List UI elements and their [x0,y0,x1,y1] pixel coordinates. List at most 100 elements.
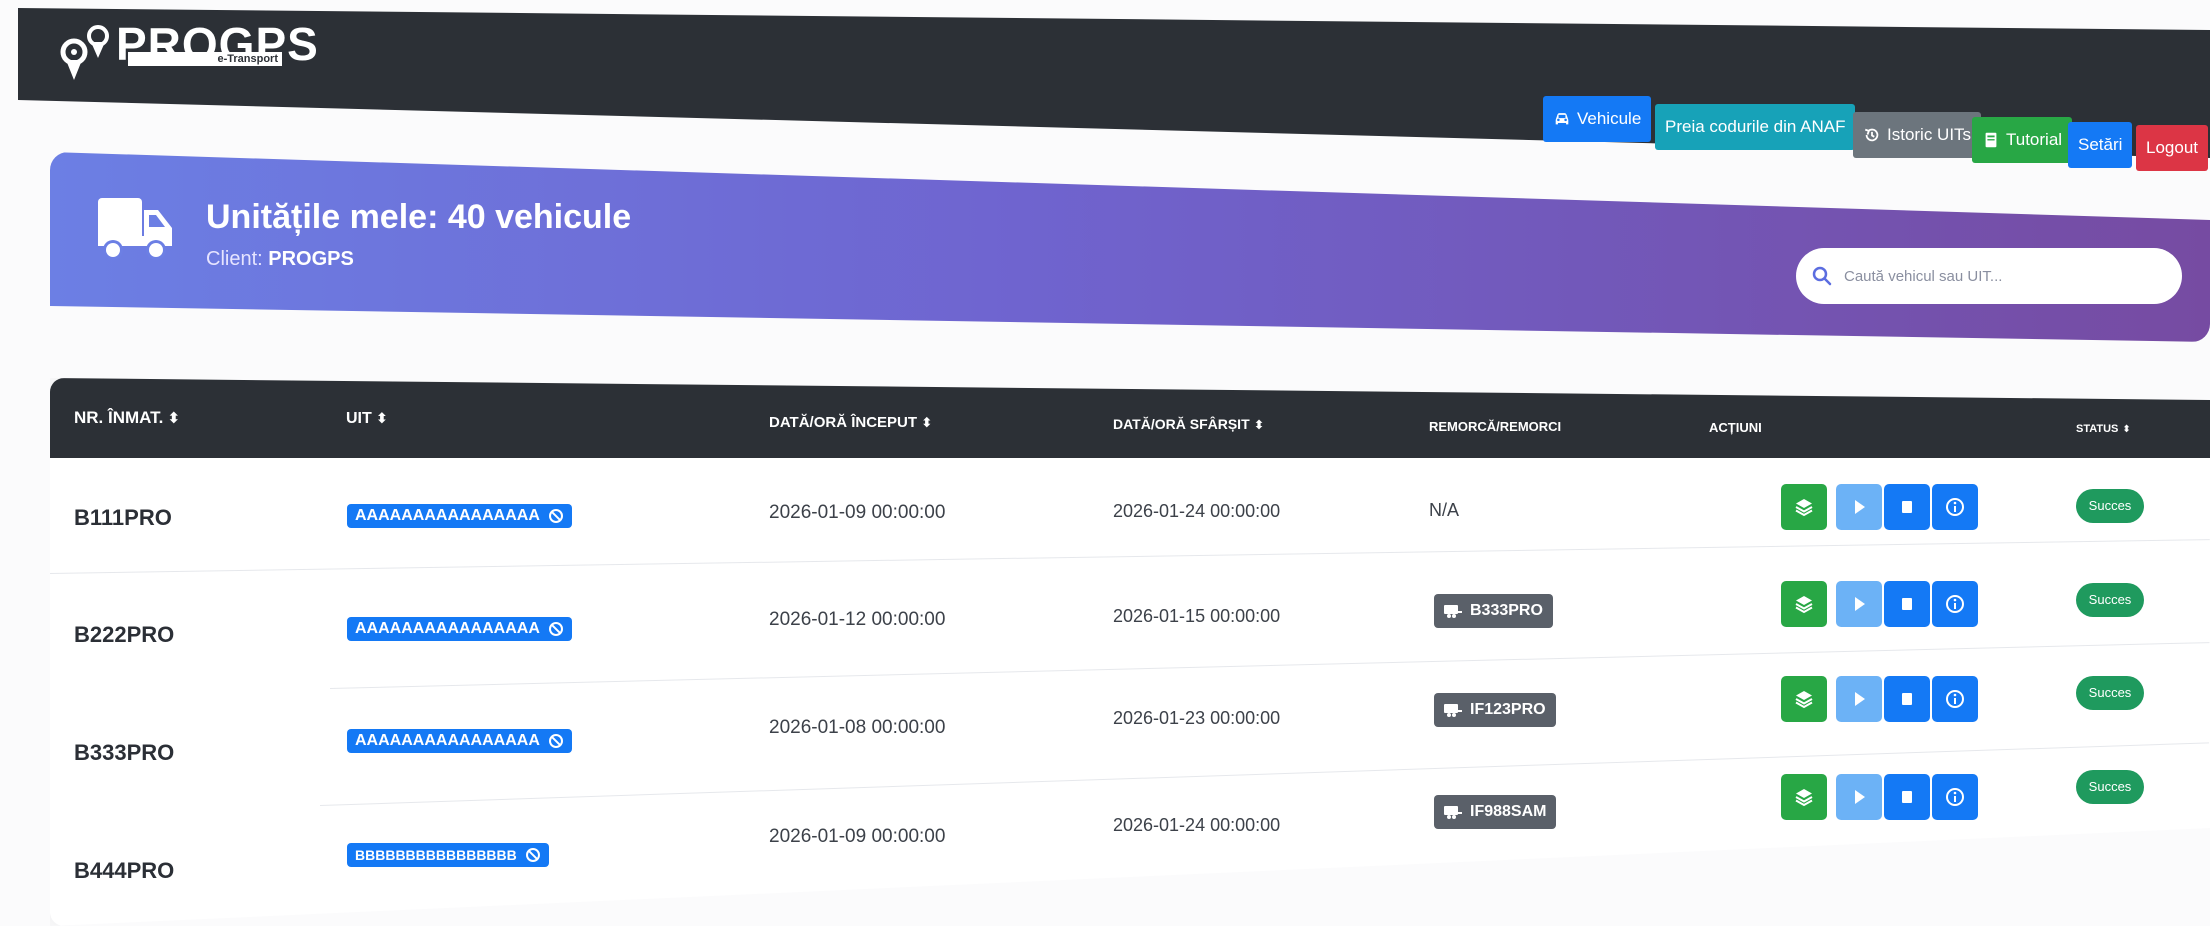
play-icon [1855,790,1865,804]
logo-tagline: e-Transport [128,52,282,66]
column-header-end[interactable]: DATĂ/ORĂ SFÂRȘIT ⬍ [1113,416,1264,432]
uit-badge[interactable]: AAAAAAAAAAAAAAAA [347,729,572,753]
trailer-badge[interactable]: B333PRO [1434,594,1553,628]
ban-icon [548,734,563,748]
stop-button[interactable] [1884,581,1930,627]
column-header-trailer: REMORCĂ/REMORCI [1429,419,1562,434]
stop-button[interactable] [1884,484,1930,530]
layers-icon [1795,789,1813,807]
end-date-cell: 2026-01-24 00:00:00 [1113,501,1281,521]
logout-button[interactable]: Logout [2136,125,2208,171]
info-button[interactable] [1932,484,1978,530]
start-date-cell: 2026-01-09 00:00:00 [769,502,946,523]
settings-button-label: Setări [2078,135,2123,154]
client-label: Client: [206,248,263,270]
info-icon [1946,498,1964,516]
page-title: Unitățile mele: 40 vehicule [206,198,632,236]
play-button[interactable] [1836,484,1882,530]
trailer-icon [1444,806,1462,819]
info-button[interactable] [1932,676,1978,722]
uit-history-button[interactable]: Istoric UITs [1853,112,1982,158]
ban-icon [548,509,563,523]
trailer-plate: IF988SAM [1470,803,1547,820]
end-date-cell: 2026-01-15 00:00:00 [1113,606,1281,626]
plate-cell: B222PRO [74,622,175,647]
layers-icon [1795,596,1813,614]
stop-icon [1902,501,1912,513]
layers-button[interactable] [1781,676,1827,722]
start-date-cell: 2026-01-09 00:00:00 [769,826,946,847]
stop-button[interactable] [1884,676,1930,722]
plate-cell: B333PRO [74,740,175,765]
map-pins-icon [60,25,109,80]
play-button[interactable] [1836,676,1882,722]
client-line: Client: PROGPS [206,248,354,271]
info-icon [1946,595,1964,613]
play-button[interactable] [1836,581,1882,627]
sort-icon: ⬍ [2122,424,2131,435]
stop-icon [1902,598,1912,610]
stop-icon [1902,791,1912,803]
end-date-cell: 2026-01-24 00:00:00 [1113,815,1281,835]
column-header-uit[interactable]: UIT ⬍ [346,410,388,428]
trailer-icon [1444,704,1462,717]
search-icon [1812,266,1832,286]
truck-icon [98,198,172,260]
logout-button-label: Logout [2146,138,2198,157]
start-date-cell: 2026-01-12 00:00:00 [769,609,946,630]
info-button[interactable] [1932,581,1978,627]
column-header-plate[interactable]: NR. ÎNMAT. ⬍ [74,408,180,428]
history-icon [1864,128,1879,142]
uit-code: AAAAAAAAAAAAAAAA [355,732,540,749]
settings-button[interactable]: Setări [2068,122,2133,168]
car-icon [1555,113,1569,125]
trailer-icon [1444,605,1462,618]
plate-cell: B444PRO [74,858,175,883]
layers-button[interactable] [1781,774,1827,820]
status-badge: Succes [2076,770,2144,804]
status-badge: Succes [2076,583,2144,617]
ban-icon [525,848,540,862]
search-input[interactable] [1844,267,2144,285]
uit-badge[interactable]: AAAAAAAAAAAAAAAA [347,504,572,528]
uit-badge[interactable]: AAAAAAAAAAAAAAAA [347,617,572,641]
trailer-cell: N/A [1429,500,1460,520]
play-icon [1855,692,1865,706]
play-button[interactable] [1836,774,1882,820]
vehicles-button[interactable]: Vehicule [1543,96,1652,142]
tutorial-button-label: Tutorial [2006,130,2063,149]
column-header-actions: ACȚIUNI [1709,420,1762,435]
layers-icon [1795,499,1813,517]
search-box[interactable] [1796,248,2182,304]
uit-badge[interactable]: BBBBBBBBBBBBBBBB [347,843,549,867]
trailer-badge[interactable]: IF988SAM [1434,795,1557,829]
tutorial-button[interactable]: Tutorial [1972,117,2073,163]
trailer-badge[interactable]: IF123PRO [1434,693,1556,727]
vehicles-button-label: Vehicule [1577,109,1642,128]
uit-code: AAAAAAAAAAAAAAAA [355,620,540,637]
start-date-cell: 2026-01-08 00:00:00 [769,717,946,738]
status-badge: Succes [2076,489,2144,523]
sort-icon: ⬍ [921,415,933,430]
info-icon [1946,690,1964,708]
plate-cell: B111PRO [74,505,172,530]
uit-history-button-label: Istoric UITs [1887,125,1972,144]
layers-button[interactable] [1781,484,1827,530]
info-icon [1946,788,1964,806]
info-button[interactable] [1932,774,1978,820]
play-icon [1855,597,1865,611]
page-header-banner [50,152,2210,342]
layers-icon [1795,691,1813,709]
stop-button[interactable] [1884,774,1930,820]
fetch-anaf-button[interactable]: Preia codurile din ANAF [1655,104,1856,150]
end-date-cell: 2026-01-23 00:00:00 [1113,708,1281,728]
column-header-start[interactable]: DATĂ/ORĂ ÎNCEPUT ⬍ [769,414,932,431]
trailer-plate: B333PRO [1470,602,1543,619]
stop-icon [1902,693,1912,705]
fetch-anaf-button-label: Preia codurile din ANAF [1665,117,1846,136]
client-name: PROGPS [268,248,354,270]
uit-code: BBBBBBBBBBBBBBBB [355,847,517,863]
column-header-status[interactable]: STATUS ⬍ [2076,423,2131,435]
play-icon [1855,500,1865,514]
layers-button[interactable] [1781,581,1827,627]
